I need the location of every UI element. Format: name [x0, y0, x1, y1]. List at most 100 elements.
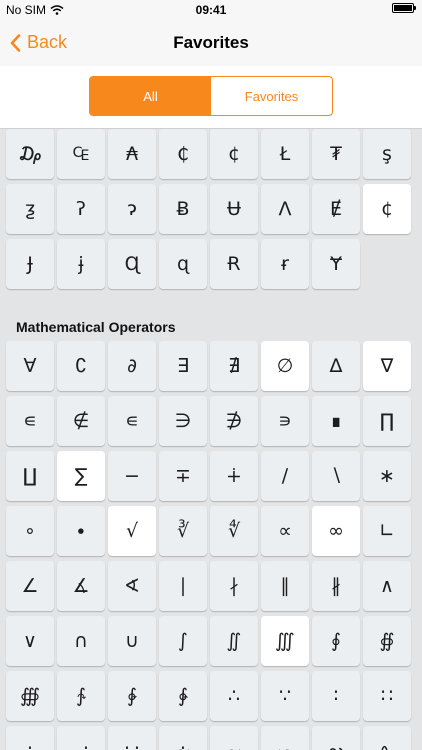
- symbol-key[interactable]: ∏: [363, 396, 411, 446]
- symbol-key[interactable]: ɉ: [57, 239, 105, 289]
- symbol-key[interactable]: √: [108, 506, 156, 556]
- symbol-key[interactable]: ∙: [57, 506, 105, 556]
- status-bar: No SIM 09:41: [0, 0, 422, 20]
- symbol-key[interactable]: ∀: [6, 341, 54, 391]
- status-time: 09:41: [195, 3, 227, 17]
- symbol-key[interactable]: Ɏ: [312, 239, 360, 289]
- symbol-key[interactable]: ɍ: [261, 239, 309, 289]
- symbol-key[interactable]: Ɉ: [6, 239, 54, 289]
- symbol-key[interactable]: ∗: [363, 451, 411, 501]
- symbol-key[interactable]: ∑: [57, 451, 105, 501]
- symbol-key[interactable]: ∅: [261, 341, 309, 391]
- symbol-key[interactable]: ∸: [6, 726, 54, 750]
- symbol-key[interactable]: ¢: [210, 129, 258, 179]
- navigation-bar: Back Favorites: [0, 20, 422, 66]
- symbol-key[interactable]: ∕: [261, 451, 309, 501]
- symbol-key[interactable]: ∯: [363, 616, 411, 666]
- symbol-key[interactable]: ∠: [6, 561, 54, 611]
- symbol-key[interactable]: ∡: [57, 561, 105, 611]
- symbol-key[interactable]: ∰: [6, 671, 54, 721]
- symbol-key[interactable]: Ʉ: [210, 184, 258, 234]
- symbol-key[interactable]: ∦: [312, 561, 360, 611]
- symbol-key[interactable]: ∵: [261, 671, 309, 721]
- segment-favorites[interactable]: Favorites: [211, 77, 332, 115]
- symbol-key[interactable]: ∐: [6, 451, 54, 501]
- symbol-key[interactable]: ∋: [159, 396, 207, 446]
- symbol-key[interactable]: ₵: [159, 129, 207, 179]
- symbol-key[interactable]: Λ: [261, 184, 309, 234]
- symbol-key[interactable]: −: [108, 451, 156, 501]
- symbol-list[interactable]: ₯ ₠ ₳ ₵ ¢ Ł ₮ ş ƺ ʔ ɂ Ƀ Ʉ Λ Ɇ ¢ Ɉɉ Ɋɋ Ɍɍ Ɏ Mathematical Ope…: [0, 129, 422, 750]
- symbol-key[interactable]: ∜: [210, 506, 258, 556]
- math-operator-grid: ∀ ∁ ∂ ∃ ∄ ∅ ∆ ∇ ∊ ∉ ∊ ∋ ∌ ∍ ∎ ∏ ∐ ∑ − ∓ ∔ ∕ ∖ ∗ ∘ ∙ √ ∛ ∜ ∝ ∞ ∟ ∠ ∡ ∢ ∣ ∤ ∥ ∦ ∧…: [6, 341, 411, 750]
- symbol-key[interactable]: ∖: [312, 451, 360, 501]
- symbol-key[interactable]: ∃: [159, 341, 207, 391]
- symbol-key[interactable]: ∱: [57, 671, 105, 721]
- symbol-key[interactable]: ∘: [6, 506, 54, 556]
- symbol-key[interactable]: Ɍ: [210, 239, 258, 289]
- symbol-key[interactable]: Ƀ: [159, 184, 207, 234]
- symbol-key[interactable]: Ɇ: [312, 184, 360, 234]
- symbol-key[interactable]: ∆: [312, 341, 360, 391]
- symbol-key[interactable]: ∼: [210, 726, 258, 750]
- symbol-key[interactable]: ɂ: [108, 184, 156, 234]
- back-button[interactable]: Back: [10, 32, 67, 53]
- symbol-key[interactable]: ₠: [57, 129, 105, 179]
- symbol-key[interactable]: ₮: [312, 129, 360, 179]
- symbol-key[interactable]: ∴: [210, 671, 258, 721]
- symbol-key[interactable]: ∥: [261, 561, 309, 611]
- symbol-key[interactable]: Ł: [261, 129, 309, 179]
- symbol-key[interactable]: ∽: [261, 726, 309, 750]
- currency-symbol-grid: ₯ ₠ ₳ ₵ ¢ Ł ₮ ş ƺ ʔ ɂ Ƀ Ʉ Λ Ɇ ¢ Ɉɉ Ɋɋ Ɍɍ Ɏ: [6, 129, 411, 289]
- symbol-key[interactable]: ∶: [312, 671, 360, 721]
- symbol-key[interactable]: ∬: [210, 616, 258, 666]
- symbol-key[interactable]: ∢: [108, 561, 156, 611]
- symbol-key[interactable]: ∁: [57, 341, 105, 391]
- symbol-key[interactable]: ∭: [261, 616, 309, 666]
- symbol-key[interactable]: ∫: [159, 616, 207, 666]
- symbol-key[interactable]: ∻: [159, 726, 207, 750]
- symbol-key[interactable]: ₯: [6, 129, 54, 179]
- symbol-key[interactable]: ∳: [159, 671, 207, 721]
- symbol-key[interactable]: ∓: [159, 451, 207, 501]
- symbol-key[interactable]: ∹: [57, 726, 105, 750]
- back-label: Back: [27, 32, 68, 52]
- symbol-key[interactable]: ∿: [363, 726, 411, 750]
- symbol-key[interactable]: ∎: [312, 396, 360, 446]
- segment-all[interactable]: All: [90, 77, 211, 115]
- symbol-key[interactable]: ∟: [363, 506, 411, 556]
- symbol-key[interactable]: ∇: [363, 341, 411, 391]
- symbol-key[interactable]: ʔ: [57, 184, 105, 234]
- symbol-key[interactable]: ∪: [108, 616, 156, 666]
- symbol-key[interactable]: ∉: [57, 396, 105, 446]
- symbol-key[interactable]: ∨: [6, 616, 54, 666]
- symbol-key[interactable]: ∧: [363, 561, 411, 611]
- symbol-key[interactable]: ∾: [312, 726, 360, 750]
- symbol-key[interactable]: ∊: [6, 396, 54, 446]
- symbol-key[interactable]: ∊: [108, 396, 156, 446]
- section-header-mathematical-operators: Mathematical Operators: [16, 319, 176, 335]
- symbol-key[interactable]: ∝: [261, 506, 309, 556]
- symbol-key[interactable]: ∷: [363, 671, 411, 721]
- symbol-key[interactable]: ∂: [108, 341, 156, 391]
- symbol-key[interactable]: ∄: [210, 341, 258, 391]
- symbol-key[interactable]: ɋ: [159, 239, 207, 289]
- symbol-key[interactable]: ƺ: [6, 184, 54, 234]
- symbol-key[interactable]: ∞: [312, 506, 360, 556]
- symbol-key[interactable]: ₳: [108, 129, 156, 179]
- symbol-key[interactable]: ∍: [261, 396, 309, 446]
- symbol-key[interactable]: ∺: [108, 726, 156, 750]
- filter-segmented-control: All Favorites: [89, 76, 333, 116]
- symbol-key[interactable]: ∔: [210, 451, 258, 501]
- symbol-key[interactable]: Ɋ: [108, 239, 156, 289]
- symbol-key[interactable]: ∌: [210, 396, 258, 446]
- symbol-key[interactable]: ∣: [159, 561, 207, 611]
- symbol-key[interactable]: ş: [363, 129, 411, 179]
- symbol-key[interactable]: ∲: [108, 671, 156, 721]
- symbol-key[interactable]: ∛: [159, 506, 207, 556]
- symbol-key[interactable]: ∤: [210, 561, 258, 611]
- battery-icon: [392, 3, 416, 13]
- symbol-key[interactable]: ∩: [57, 616, 105, 666]
- symbol-key[interactable]: ∮: [312, 616, 360, 666]
- symbol-key[interactable]: ¢: [363, 184, 411, 234]
